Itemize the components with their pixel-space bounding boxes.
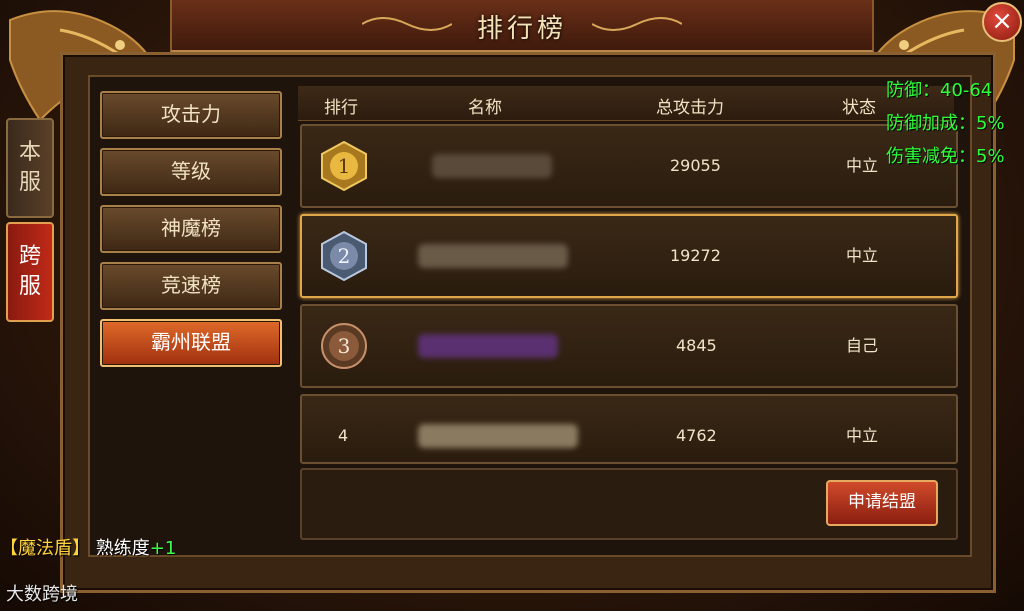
rank-number: 1 xyxy=(338,154,351,178)
skill-log: 【魔法盾】 熟练度+1 xyxy=(0,534,176,560)
title-bar: 排行榜 xyxy=(170,0,874,52)
category-alliance-button[interactable]: 霸州联盟 xyxy=(100,319,282,367)
category-attack-button[interactable]: 攻击力 xyxy=(100,91,282,139)
header-power: 总攻击力 xyxy=(656,98,724,118)
row-power: 4845 xyxy=(676,336,717,355)
row-status: 中立 xyxy=(846,246,879,265)
player-name-blurred xyxy=(418,244,568,268)
tab-local-server[interactable]: 本 服 xyxy=(6,118,54,218)
tab-label: 服 xyxy=(18,170,41,195)
category-level-button[interactable]: 等级 xyxy=(100,148,282,196)
log-text: 熟练度 xyxy=(95,538,150,559)
header-status: 状态 xyxy=(842,98,876,118)
tab-label: 本 xyxy=(18,140,41,165)
watermark: 大数跨境 xyxy=(6,584,78,605)
rank-number: 3 xyxy=(338,334,351,358)
close-icon: × xyxy=(991,6,1013,36)
table-row[interactable]: 2 19272 中立 xyxy=(300,214,958,298)
table-row[interactable]: 1 29055 中立 xyxy=(300,124,958,208)
stat-damage-reduction: 伤害减免：5% xyxy=(886,146,1005,167)
close-button[interactable]: × xyxy=(982,2,1022,42)
tab-label: 服 xyxy=(18,274,41,299)
table-row[interactable]: 4 4762 中立 xyxy=(300,394,958,464)
apply-alliance-button[interactable]: 申请结盟 xyxy=(826,480,938,526)
silver-medal-icon: 2 xyxy=(321,230,367,282)
window-title: 排行榜 xyxy=(476,14,567,44)
log-gain: +1 xyxy=(149,538,177,559)
row-status: 中立 xyxy=(846,426,879,445)
header-name: 名称 xyxy=(468,98,502,118)
player-name-blurred xyxy=(432,154,552,178)
rank-number: 2 xyxy=(338,244,351,268)
stat-defense-bonus: 防御加成：5% xyxy=(886,113,1005,134)
bronze-medal-icon: 3 xyxy=(321,323,367,369)
title-ornament-right-icon xyxy=(592,17,682,31)
row-status: 自己 xyxy=(846,336,879,355)
stats-overlay: 防御：40-64 防御加成：5% 伤害减免：5% xyxy=(886,74,1005,173)
header-rank: 排行 xyxy=(324,98,358,118)
row-power: 29055 xyxy=(670,156,721,175)
log-bracket: 【 xyxy=(0,538,18,559)
player-name-blurred xyxy=(418,424,578,448)
tab-cross-server[interactable]: 跨 服 xyxy=(6,222,54,322)
table-header: 排行 名称 总攻击力 状态 xyxy=(298,86,954,121)
table-row[interactable]: 3 4845 自己 xyxy=(300,304,958,388)
tab-label: 跨 xyxy=(18,244,41,269)
category-gods-demons-button[interactable]: 神魔榜 xyxy=(100,205,282,253)
row-rank: 4 xyxy=(338,426,349,445)
log-bracket: 】 xyxy=(72,538,90,559)
category-speed-button[interactable]: 竞速榜 xyxy=(100,262,282,310)
player-name-blurred xyxy=(418,334,558,358)
stat-defense: 防御：40-64 xyxy=(886,80,993,101)
row-power: 4762 xyxy=(676,426,717,445)
log-skill: 魔法盾 xyxy=(18,538,72,559)
row-status: 中立 xyxy=(846,156,879,175)
row-power: 19272 xyxy=(670,246,721,265)
gold-medal-icon: 1 xyxy=(321,140,367,192)
